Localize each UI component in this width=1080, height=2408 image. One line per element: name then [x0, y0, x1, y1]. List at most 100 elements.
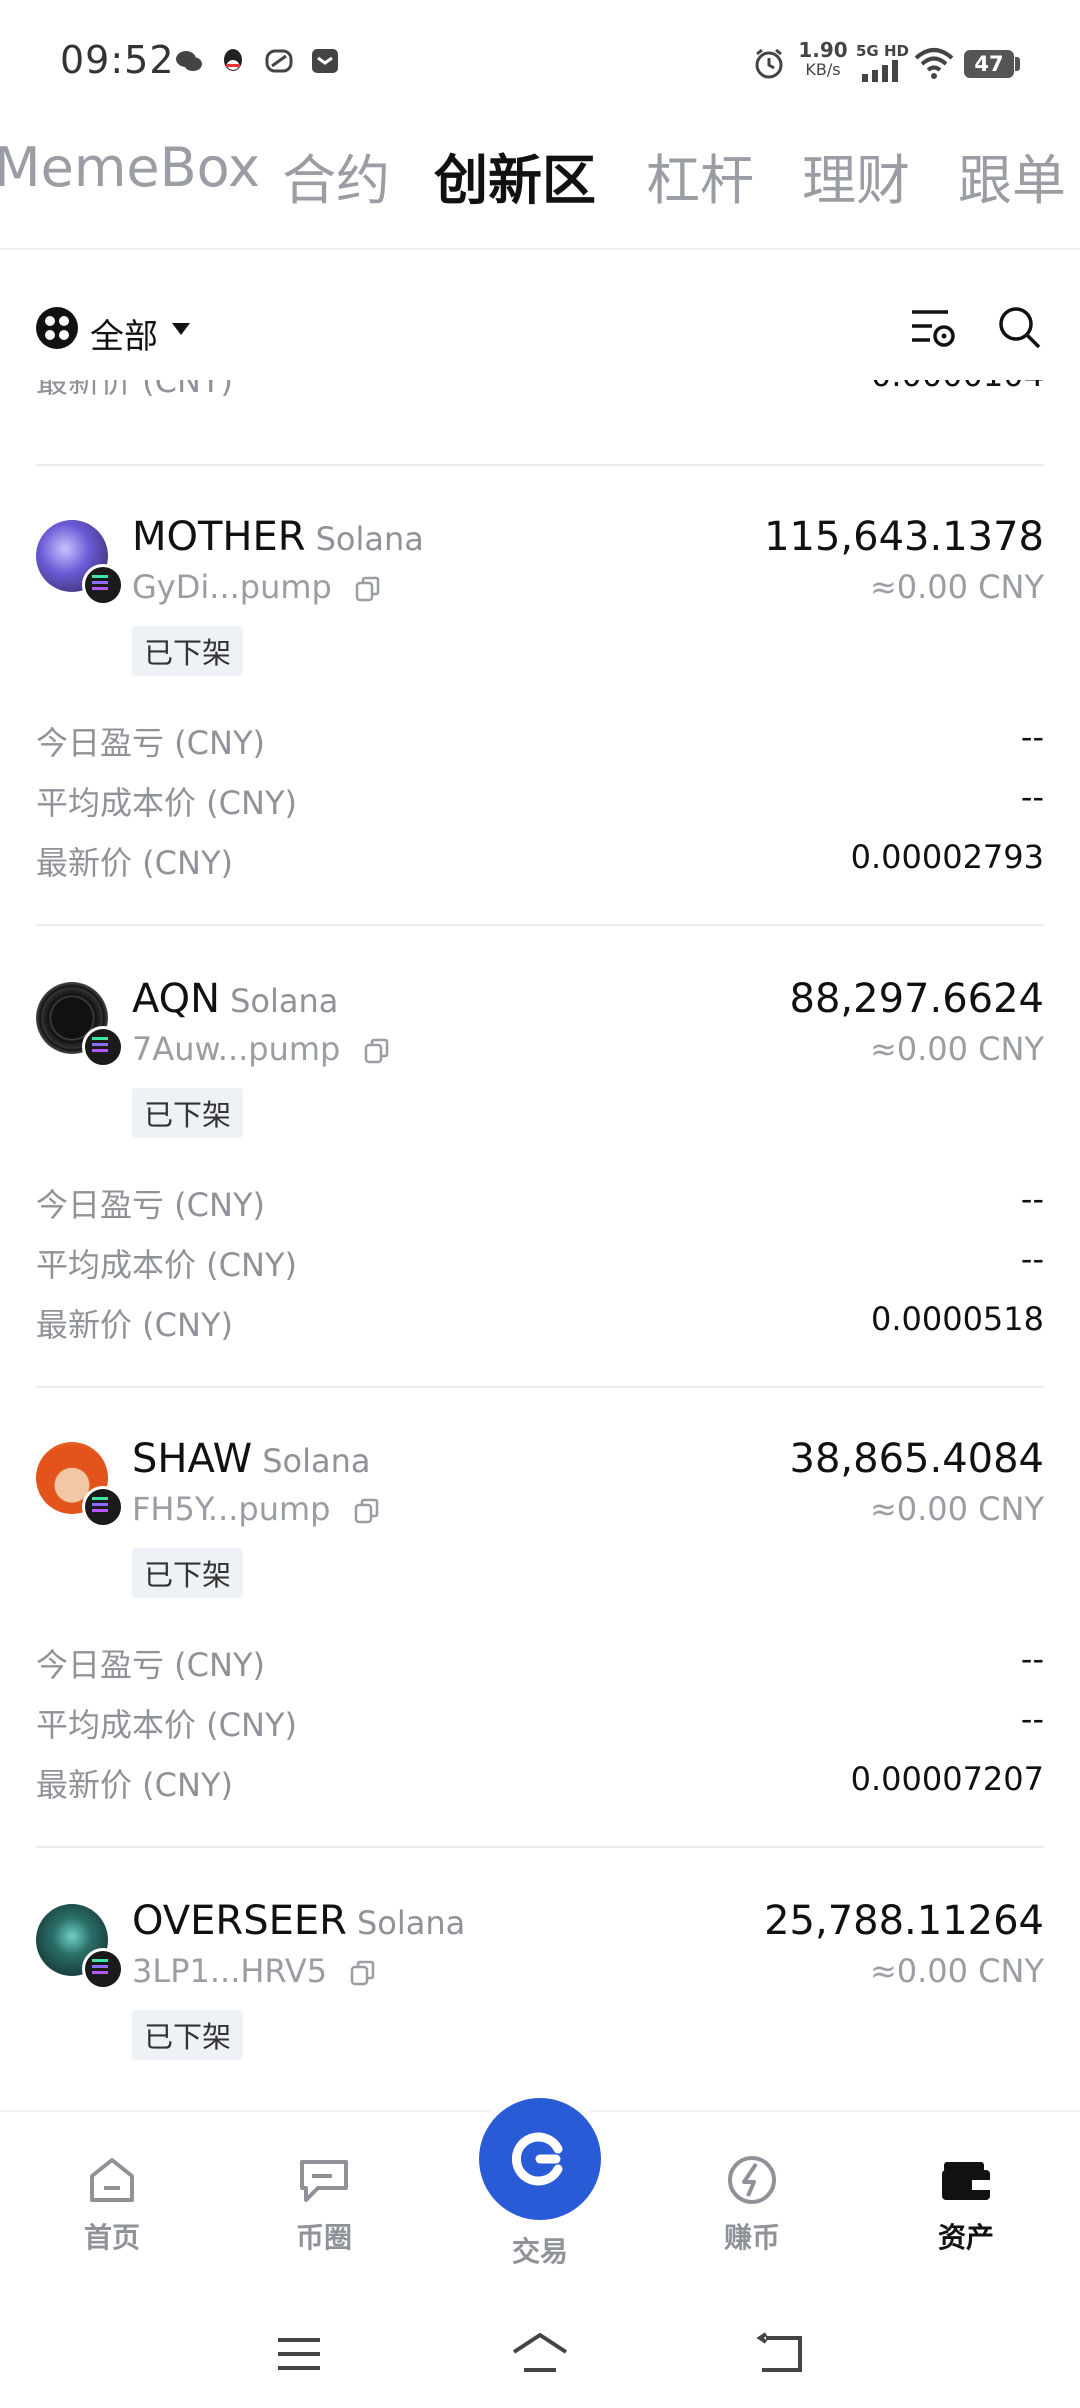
- bottom-nav: 首页 币圈 交易 赚币 资产: [0, 2098, 1080, 2298]
- token-address: FH5Y...pump: [132, 1490, 381, 1528]
- holding-value: ≈0.00 CNY: [869, 1030, 1044, 1068]
- divider: [36, 1846, 1044, 1848]
- row-value: 0.0000104: [871, 380, 1044, 394]
- back-icon[interactable]: [756, 2332, 806, 2374]
- mail-icon: [312, 49, 338, 73]
- wifi-icon: [914, 48, 954, 79]
- today-pnl-value: --: [1020, 718, 1044, 756]
- token-address: 7Auw...pump: [132, 1030, 391, 1068]
- holding-value: ≈0.00 CNY: [869, 1490, 1044, 1528]
- nav-label: 赚币: [723, 2221, 780, 2254]
- today-pnl-label: 今日盈亏 (CNY): [36, 1186, 265, 1224]
- caret-down-icon: [172, 323, 190, 335]
- latest-price-label: 最新价 (CNY): [36, 1306, 233, 1344]
- top-tab-bar: MemeBox 合约 创新区 杠杆 理财 跟单: [0, 120, 1080, 250]
- tab-contract[interactable]: 合约: [282, 136, 390, 215]
- chain-name: Solana: [262, 1442, 371, 1480]
- holding-value: ≈0.00 CNY: [869, 568, 1044, 606]
- asset-card-shaw[interactable]: SHAW Solana FH5Y...pump 已下架 38,865.4084 ≈…: [36, 1422, 1044, 1882]
- token-name: OVERSEER Solana: [132, 1898, 466, 1944]
- app-icon: [265, 49, 293, 73]
- today-pnl-label: 今日盈亏 (CNY): [36, 724, 265, 762]
- filter-label: 全部: [90, 317, 158, 357]
- filter-settings-icon[interactable]: [910, 306, 956, 352]
- trade-icon: [511, 2132, 563, 2186]
- nav-label: 首页: [83, 2221, 140, 2254]
- search-icon[interactable]: [996, 304, 1042, 350]
- partial-previous-row: 最新价 (CNY) 0.0000104: [36, 380, 1044, 420]
- copy-icon[interactable]: [363, 1037, 391, 1065]
- delisted-tag: 已下架: [132, 626, 244, 676]
- chain-name: Solana: [230, 982, 339, 1020]
- chain-name: Solana: [356, 1904, 466, 1942]
- battery-icon: 47: [964, 50, 1014, 78]
- avg-cost-value: --: [1020, 1240, 1044, 1278]
- nav-home[interactable]: 首页: [52, 2152, 172, 2256]
- avg-cost-value: --: [1020, 1700, 1044, 1738]
- tab-memebox[interactable]: MemeBox: [0, 136, 260, 199]
- menu-icon[interactable]: [276, 2336, 322, 2372]
- status-bar: 09:52 1.90 KB/s 5G HD 47: [0, 0, 1080, 120]
- solana-badge-icon: [82, 1486, 124, 1528]
- latest-price-value: 0.00002793: [850, 838, 1044, 876]
- earn-icon: [728, 2156, 776, 2204]
- divider: [36, 924, 1044, 926]
- delisted-tag: 已下架: [132, 1548, 244, 1598]
- nav-label: 资产: [937, 2221, 994, 2254]
- holding-quantity: 38,865.4084: [789, 1436, 1044, 1482]
- delisted-tag: 已下架: [132, 2010, 244, 2060]
- network-speed-unit: KB/s: [805, 60, 841, 79]
- wechat-icon: [176, 51, 202, 71]
- today-pnl-label: 今日盈亏 (CNY): [36, 1646, 265, 1684]
- tab-innovation-zone[interactable]: 创新区: [434, 136, 596, 215]
- token-name: AQN Solana: [132, 976, 339, 1022]
- today-pnl-value: --: [1020, 1180, 1044, 1218]
- solana-badge-icon: [82, 1948, 124, 1990]
- today-pnl-value: --: [1020, 1640, 1044, 1678]
- holding-quantity: 88,297.6624: [789, 976, 1044, 1022]
- tab-finance[interactable]: 理财: [802, 136, 910, 215]
- chain-name: Solana: [315, 520, 424, 558]
- solana-badge-icon: [82, 1026, 124, 1068]
- today-pnl-label: 今日盈亏 (CNY): [36, 2102, 265, 2110]
- holding-value: ≈0.00 CNY: [869, 1952, 1044, 1990]
- divider: [36, 464, 1044, 466]
- copy-icon[interactable]: [353, 1497, 381, 1525]
- nav-feed[interactable]: 币圈: [264, 2152, 384, 2256]
- grid-icon: [36, 307, 78, 349]
- chat-icon: [300, 2160, 348, 2202]
- asset-card-aqn[interactable]: AQN Solana 7Auw...pump 已下架 88,297.6624 ≈0…: [36, 962, 1044, 1422]
- holding-quantity: 25,788.11264: [764, 1898, 1044, 1944]
- system-nav-bar: [0, 2296, 1080, 2408]
- avg-cost-label: 平均成本价 (CNY): [36, 784, 297, 822]
- token-address: GyDi...pump: [132, 568, 382, 606]
- latest-price-label: 最新价 (CNY): [36, 1766, 233, 1804]
- nav-assets[interactable]: 资产: [906, 2152, 1026, 2256]
- home-icon[interactable]: [510, 2332, 570, 2374]
- home-icon: [90, 2158, 134, 2202]
- latest-price-value: 0.00007207: [850, 1760, 1044, 1798]
- tab-leverage[interactable]: 杠杆: [646, 136, 754, 215]
- delisted-tag: 已下架: [132, 1088, 244, 1138]
- token-address: 3LP1...HRV5: [132, 1952, 377, 1990]
- copy-icon[interactable]: [349, 1959, 377, 1987]
- row-label: 最新价 (CNY): [36, 380, 233, 400]
- qq-icon: [224, 49, 242, 71]
- copy-icon[interactable]: [354, 575, 382, 603]
- nav-earn[interactable]: 赚币: [692, 2152, 812, 2256]
- signal-icon: [862, 60, 898, 82]
- token-name: MOTHER Solana: [132, 514, 424, 560]
- asset-card-overseer[interactable]: OVERSEER Solana 3LP1...HRV5 已下架 25,788.11…: [36, 1884, 1044, 2110]
- network-speed-value: 1.90: [798, 38, 848, 62]
- tab-copy-trade[interactable]: 跟单: [958, 136, 1066, 215]
- solana-badge-icon: [82, 564, 124, 606]
- wallet-icon: [942, 2162, 990, 2200]
- trade-button[interactable]: [479, 2098, 601, 2220]
- asset-card-mother[interactable]: MOTHER Solana GyDi...pump 已下架 115,643.137…: [36, 500, 1044, 960]
- holding-quantity: 115,643.1378: [764, 514, 1044, 560]
- battery-level: 47: [974, 52, 1004, 76]
- token-name: SHAW Solana: [132, 1436, 371, 1482]
- status-time: 09:52: [60, 38, 175, 82]
- latest-price-value: 0.0000518: [870, 1300, 1044, 1338]
- avg-cost-label: 平均成本价 (CNY): [36, 1246, 297, 1284]
